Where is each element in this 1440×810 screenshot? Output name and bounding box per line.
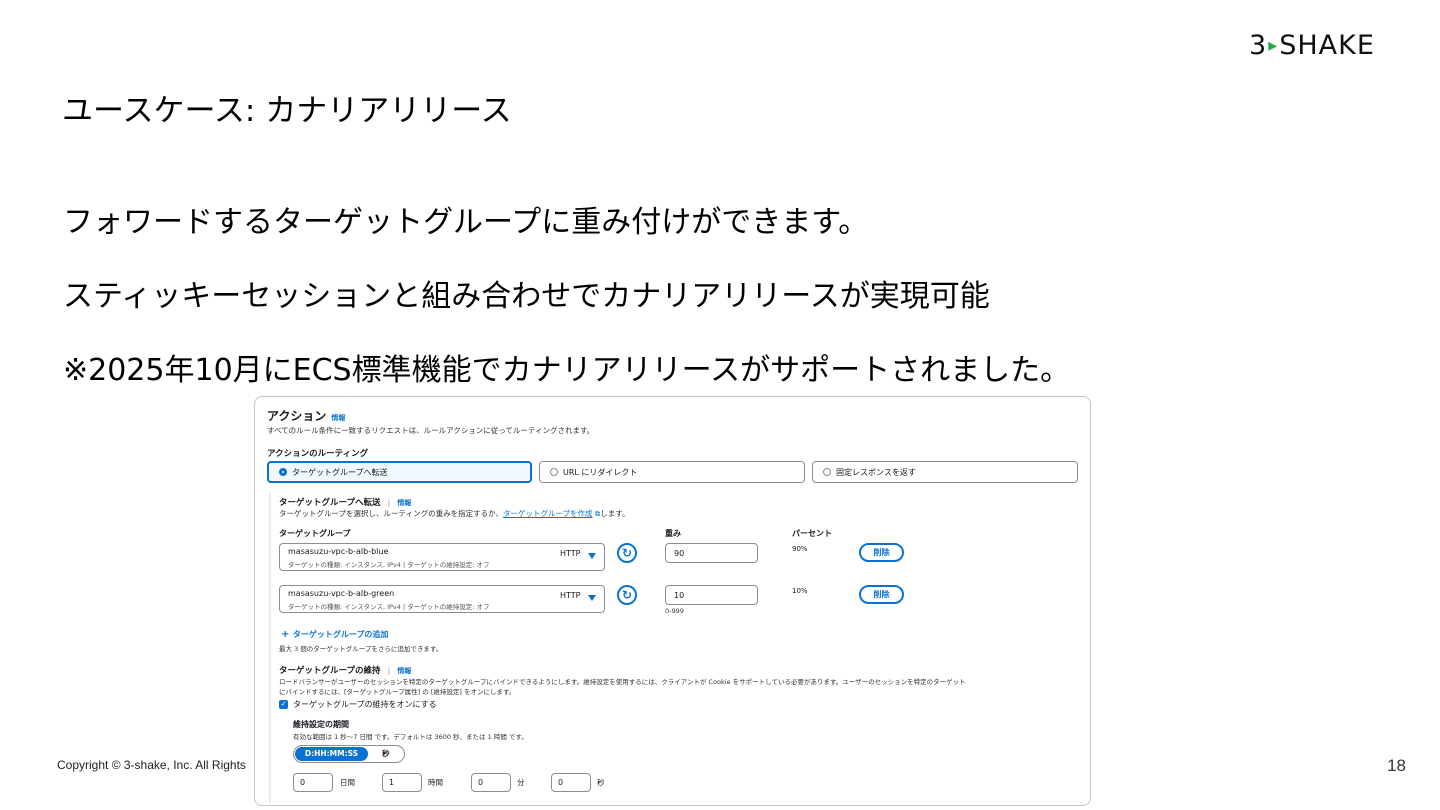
- bullet-2: スティッキーセッションと組み合わせでカナリアリリースが実現可能: [63, 279, 990, 314]
- info-link[interactable]: 情報: [397, 667, 411, 675]
- chevron-down-icon: [588, 595, 596, 601]
- copyright: Copyright © 3-shake, Inc. All Rights: [57, 758, 246, 772]
- routing-option-redirect[interactable]: URL にリダイレクト: [539, 461, 805, 483]
- logo-mark-icon: ▸: [1268, 35, 1279, 56]
- duration-hint: 有効な範囲は 1 秒〜7 日間 です。デフォルトは 3600 秒、または 1 時…: [293, 733, 528, 741]
- add-target-group-link[interactable]: + ターゲットグループの追加: [281, 629, 388, 640]
- page-number: 18: [1387, 756, 1406, 775]
- percent-value: 90%: [792, 545, 808, 553]
- routing-option-fixed-response[interactable]: 固定レスポンスを返す: [812, 461, 1078, 483]
- slide-title: ユースケース: カナリアリリース: [62, 93, 512, 129]
- info-link[interactable]: 情報: [331, 414, 345, 422]
- remove-button[interactable]: 削除: [859, 585, 904, 604]
- duration-minutes-input[interactable]: 0: [471, 773, 511, 792]
- col-weight: 重み: [665, 529, 681, 538]
- stickiness-description-1: ロードバランサーがユーザーのセッションを特定のターゲットグループにバインドできる…: [279, 678, 966, 686]
- stickiness-heading: ターゲットグループの維持 | 情報: [279, 666, 412, 676]
- target-group-select[interactable]: masasuzu-vpc-b-alb-green ターゲットの種類: インスタン…: [279, 585, 605, 613]
- section-divider: [269, 493, 271, 803]
- remove-button[interactable]: 削除: [859, 543, 904, 562]
- duration-days-input[interactable]: 0: [293, 773, 333, 792]
- weight-input[interactable]: 90: [665, 543, 758, 563]
- stickiness-checkbox[interactable]: ✓ ターゲットグループの維持をオンにする: [279, 699, 437, 710]
- action-screenshot-panel: アクション 情報 すべてのルール条件に一致するリクエストは、ルールアクションに従っ…: [254, 396, 1091, 806]
- refresh-icon[interactable]: ↻: [617, 543, 637, 563]
- info-link[interactable]: 情報: [397, 499, 411, 507]
- radio-selected-icon: [279, 468, 287, 476]
- weight-hint: 0-999: [665, 607, 684, 615]
- checkbox-checked-icon: ✓: [279, 700, 288, 709]
- forward-heading: ターゲットグループへ転送 | 情報: [279, 498, 412, 508]
- col-percent: パーセント: [792, 529, 832, 538]
- duration-minutes-unit: 分: [517, 778, 525, 787]
- duration-days-unit: 日間: [340, 778, 355, 787]
- target-group-select[interactable]: masasuzu-vpc-b-alb-blue ターゲットの種類: インスタンス…: [279, 543, 605, 571]
- format-seconds-option: 秒: [382, 749, 390, 758]
- action-heading: アクション 情報: [267, 409, 346, 423]
- duration-hours-unit: 時間: [428, 778, 443, 787]
- weight-input[interactable]: 10: [665, 585, 758, 605]
- percent-value: 10%: [792, 587, 808, 595]
- duration-seconds-unit: 秒: [597, 778, 605, 787]
- duration-format-toggle[interactable]: D:HH:MM:SS 秒: [293, 745, 405, 763]
- chevron-down-icon: [588, 553, 596, 559]
- create-target-group-link[interactable]: ターゲットグループを作成: [503, 509, 593, 518]
- duration-label: 維持設定の期間: [293, 720, 349, 729]
- routing-option-forward[interactable]: ターゲットグループへ転送: [267, 461, 532, 483]
- forward-description: ターゲットグループを選択し、ルーティングの重みを指定するか、ターゲットグループを…: [279, 509, 630, 518]
- duration-seconds-input[interactable]: 0: [551, 773, 591, 792]
- stickiness-description-2: にバインドするには、[ターゲットグループ属性] の [維持設定] をオンにします…: [279, 688, 516, 696]
- action-description: すべてのルール条件に一致するリクエストは、ルールアクションに従ってルーティングさ…: [267, 426, 595, 435]
- bullet-3: ※2025年10月にECS標準機能でカナリアリリースがサポートされました。: [63, 353, 1071, 388]
- radio-icon: [550, 468, 558, 476]
- routing-label: アクションのルーティング: [267, 449, 369, 459]
- refresh-icon[interactable]: ↻: [617, 585, 637, 605]
- bullet-1: フォワードするターゲットグループに重み付けができます。: [63, 205, 869, 240]
- format-dhms-option: D:HH:MM:SS: [295, 747, 368, 761]
- plus-icon: +: [281, 629, 293, 640]
- company-logo: 3▸SHAKE: [1249, 30, 1375, 61]
- radio-icon: [823, 468, 831, 476]
- add-hint: 最大 3 個のターゲットグループをさらに追加できます。: [279, 645, 443, 653]
- duration-hours-input[interactable]: 1: [382, 773, 422, 792]
- col-target-group: ターゲットグループ: [279, 529, 351, 538]
